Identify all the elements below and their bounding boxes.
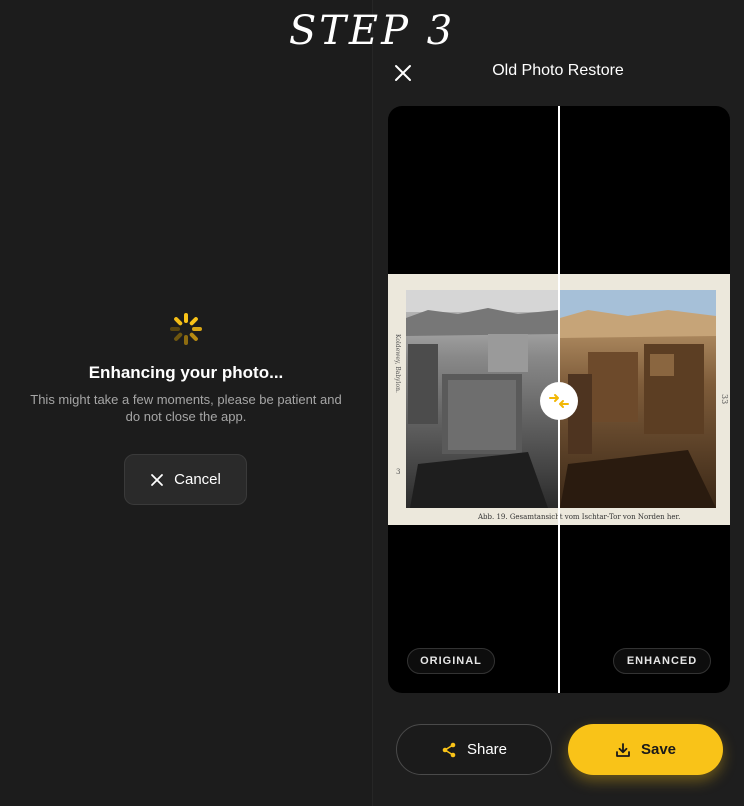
svg-text:Koldewey, Babylon.: Koldewey, Babylon. (394, 334, 401, 393)
step-banner: STEP 3 (288, 8, 456, 54)
share-button[interactable]: Share (396, 724, 552, 775)
result-screen: Old Photo Restore Koldewey, Babylon. 3 A… (372, 0, 744, 806)
enhanced-label: ENHANCED (613, 648, 711, 674)
swap-arrows-icon (549, 394, 569, 408)
download-icon (616, 742, 630, 757)
loading-spinner-icon (170, 313, 202, 345)
progress-title: Enhancing your photo... (88, 363, 284, 382)
share-icon (442, 742, 456, 757)
original-label: ORIGINAL (407, 648, 495, 674)
photo-caption: Abb. 19. Gesamtansicht vom Ischtar-Tor v… (477, 513, 680, 521)
cancel-button[interactable]: Cancel (124, 454, 247, 505)
page-number: 33 (720, 394, 729, 404)
close-icon[interactable] (394, 64, 412, 82)
compare-slider-handle[interactable] (540, 382, 578, 420)
page-title: Old Photo Restore (492, 62, 624, 79)
close-icon (151, 473, 164, 486)
save-button[interactable]: Save (568, 724, 723, 775)
before-after-viewer[interactable]: Koldewey, Babylon. 3 Abb. 19. Gesamtansi… (388, 106, 730, 693)
save-label: Save (640, 741, 677, 758)
processing-screen: Enhancing your photo... This might take … (0, 0, 372, 806)
share-label: Share (466, 741, 508, 758)
progress-subtitle: This might take a few moments, please be… (30, 392, 342, 424)
cancel-label: Cancel (174, 471, 221, 488)
svg-text:3: 3 (396, 468, 400, 476)
